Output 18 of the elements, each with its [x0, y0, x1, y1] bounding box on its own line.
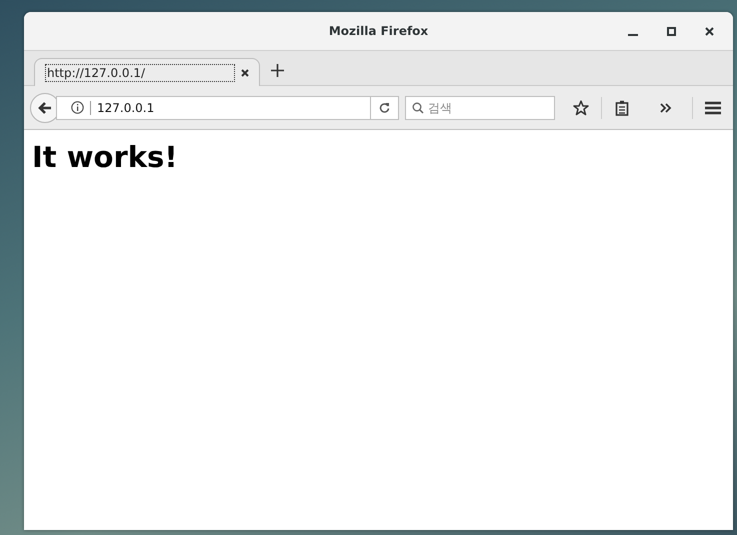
window-title: Mozilla Firefox — [328, 24, 428, 38]
plus-icon — [270, 64, 284, 76]
menu-icon — [705, 100, 722, 114]
info-icon — [71, 101, 84, 114]
browser-tab[interactable]: http://127.0.0.1/ — [34, 58, 260, 86]
page-heading: It works! — [32, 140, 179, 174]
close-tab-icon[interactable] — [239, 66, 251, 78]
close-icon — [704, 26, 714, 36]
search-field[interactable]: 검색 — [405, 96, 556, 120]
maximize-icon — [666, 26, 676, 36]
double-chevron-icon — [660, 102, 672, 112]
reload-icon — [379, 102, 390, 113]
search-icon — [412, 102, 424, 114]
star-icon — [573, 100, 590, 116]
address-bar[interactable]: 127.0.0.1 — [56, 96, 400, 120]
clipboard-icon — [615, 100, 630, 116]
minimize-icon — [628, 34, 638, 36]
back-arrow-icon — [38, 102, 52, 114]
